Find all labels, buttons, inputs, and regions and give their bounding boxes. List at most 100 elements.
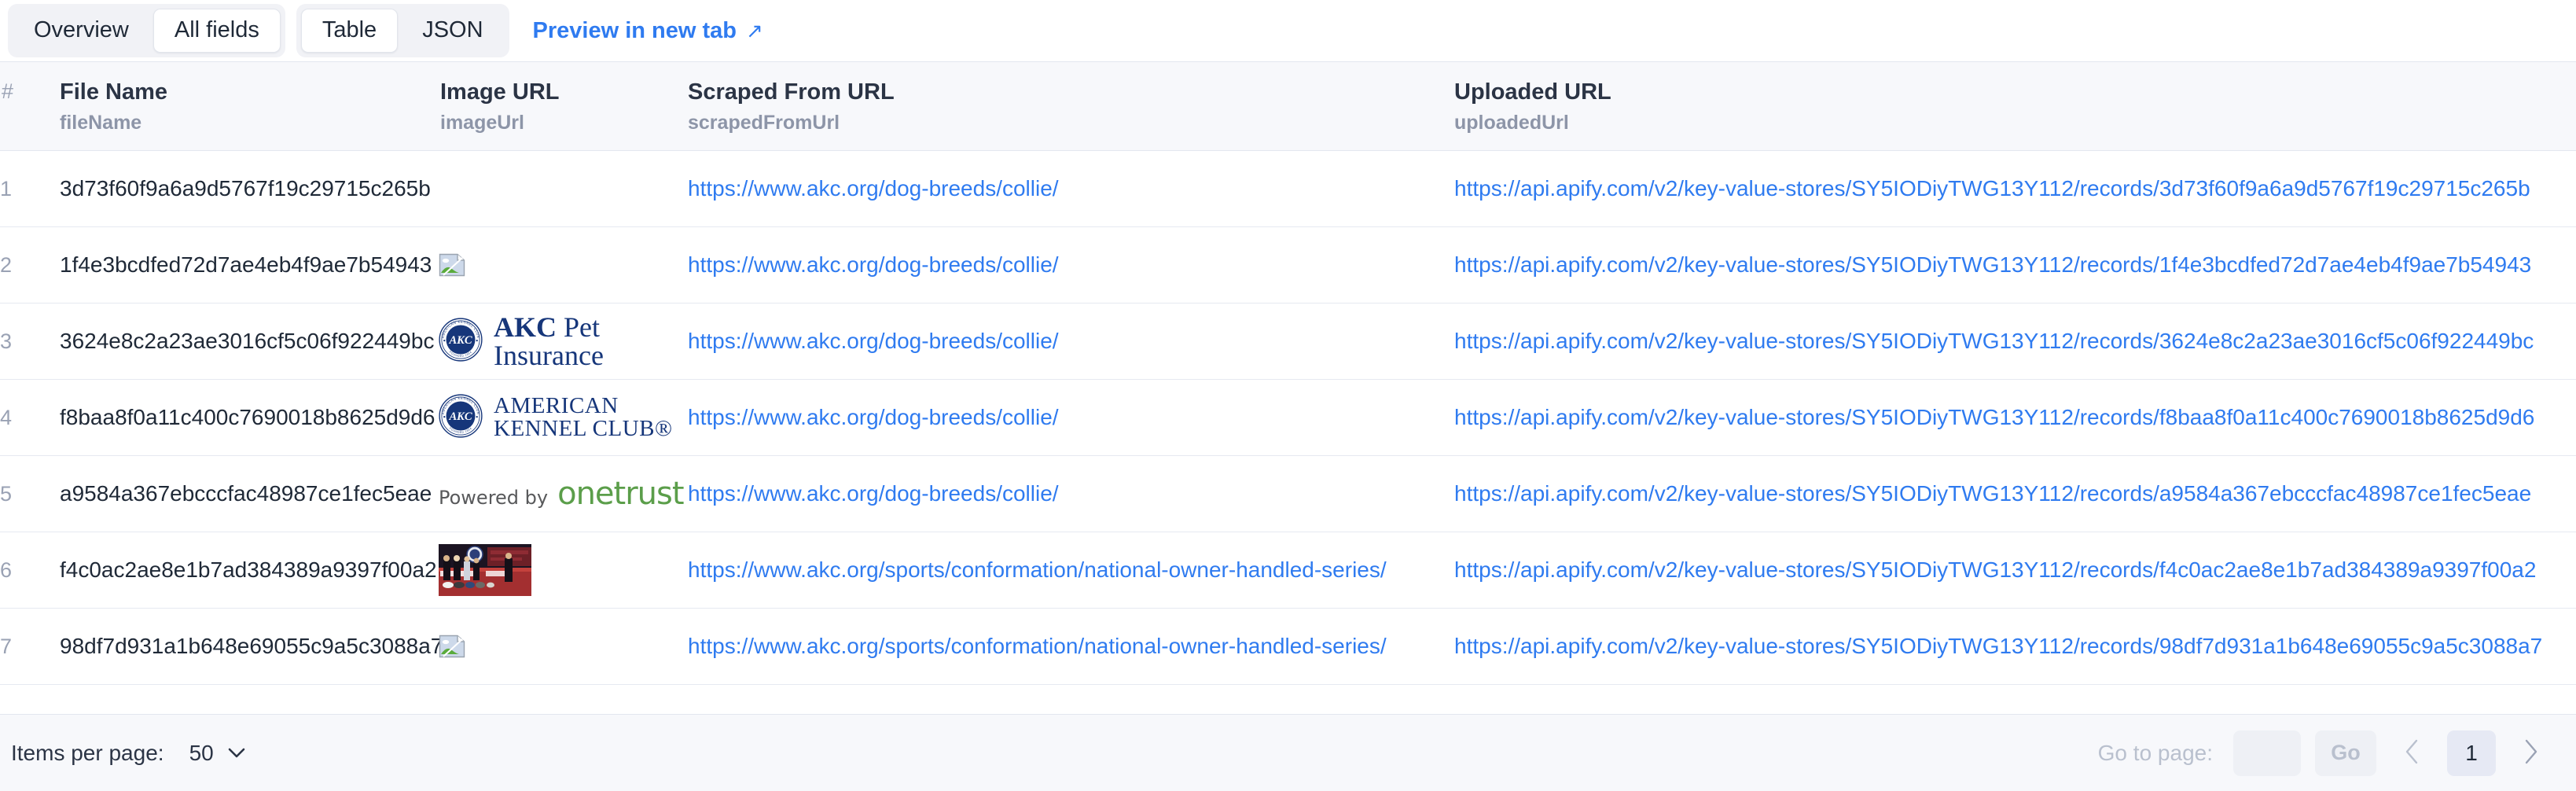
preview-link-label: Preview in new tab: [533, 18, 737, 44]
tab-overview[interactable]: Overview: [13, 9, 150, 53]
pagination-right: Go to page: Go 1: [2098, 730, 2552, 776]
cell-uploaded-url: https://api.apify.com/v2/key-value-store…: [1453, 380, 2576, 456]
tab-json[interactable]: JSON: [401, 9, 504, 53]
table-row[interactable]: 5a9584a367ebcccfac48987ce1fec5eaePowered…: [0, 456, 2576, 532]
column-header-image-url[interactable]: Image URL imageUrl: [439, 62, 686, 151]
cell-file-name: f4c0ac2ae8e1b7ad384389a9397f00a2: [30, 532, 439, 609]
uploaded-url-link[interactable]: https://api.apify.com/v2/key-value-store…: [1454, 634, 2542, 658]
cell-uploaded-url: https://api.apify.com/v2/key-value-store…: [1453, 609, 2576, 685]
scraped-from-url-link[interactable]: https://www.akc.org/dog-breeds/collie/: [688, 481, 1059, 506]
column-field: scrapedFromUrl: [688, 112, 1453, 134]
go-to-page-input[interactable]: [2233, 730, 2301, 776]
cell-image-url: [439, 609, 686, 685]
row-number: 1: [0, 151, 30, 227]
row-number-header-label: #: [0, 79, 30, 104]
go-button[interactable]: Go: [2315, 730, 2376, 776]
scraped-from-url-link[interactable]: https://www.akc.org/dog-breeds/collie/: [688, 329, 1059, 353]
table-row[interactable]: 33624e8c2a23ae3016cf5c06f922449bcAKCAMER…: [0, 304, 2576, 380]
cell-file-name: 3624e8c2a23ae3016cf5c06f922449bc: [30, 304, 439, 380]
cell-uploaded-url: https://api.apify.com/v2/key-value-store…: [1453, 151, 2576, 227]
external-link-icon: ↗: [746, 20, 763, 41]
column-header-row-number: #: [0, 62, 30, 151]
cell-image-url: AKCAMERICAN KENNEL CLUBFOUNDED 1884AMERI…: [439, 380, 686, 456]
tab-table[interactable]: Table: [301, 9, 398, 53]
cell-file-name: 1f4e3bcdfed72d7ae4eb4f9ae7b54943: [30, 227, 439, 304]
dog-show-photo-thumbnail: [439, 544, 531, 596]
cell-image-url: [439, 227, 686, 304]
cell-scraped-from-url: https://www.akc.org/dog-breeds/collie/: [686, 304, 1453, 380]
cell-uploaded-url: https://api.apify.com/v2/key-value-store…: [1453, 227, 2576, 304]
uploaded-url-link[interactable]: https://api.apify.com/v2/key-value-store…: [1454, 176, 2530, 201]
scraped-from-url-link[interactable]: https://www.akc.org/dog-breeds/collie/: [688, 252, 1059, 277]
broken-image-icon: [439, 253, 465, 277]
items-per-page-label: Items per page:: [11, 741, 164, 766]
column-field: uploadedUrl: [1454, 112, 2576, 134]
table-row[interactable]: 798df7d931a1b648e69055c9a5c3088a7https:/…: [0, 609, 2576, 685]
cell-image-url: [439, 532, 686, 609]
cell-uploaded-url: https://api.apify.com/v2/key-value-store…: [1453, 456, 2576, 532]
table-row[interactable]: 6f4c0ac2ae8e1b7ad384389a9397f00a2 https:/…: [0, 532, 2576, 609]
column-field: fileName: [60, 112, 439, 134]
data-table-container: # File Name fileName Image URL imageUrl: [0, 61, 2576, 714]
tab-group-format: Table JSON: [296, 4, 509, 57]
scraped-from-url-link[interactable]: https://www.akc.org/sports/conformation/…: [688, 634, 1387, 658]
table-row[interactable]: 21f4e3bcdfed72d7ae4eb4f9ae7b54943 https:/…: [0, 227, 2576, 304]
row-number: 3: [0, 304, 30, 380]
table-row[interactable]: 4f8baa8f0a11c400c7690018b8625d9d6AKCAMER…: [0, 380, 2576, 456]
onetrust-logo: Powered byonetrust: [439, 476, 684, 512]
previous-page-button[interactable]: [2390, 730, 2433, 776]
cell-image-url: AKCAMERICAN KENNEL CLUBFOUNDED 1884AKC P…: [439, 304, 686, 380]
cell-scraped-from-url: https://www.akc.org/sports/conformation/…: [686, 532, 1453, 609]
cell-scraped-from-url: https://www.akc.org/dog-breeds/collie/: [686, 227, 1453, 304]
table-header-row: # File Name fileName Image URL imageUrl: [0, 62, 2576, 151]
column-header-scraped-from-url[interactable]: Scraped From URL scrapedFromUrl: [686, 62, 1453, 151]
column-header-uploaded-url[interactable]: Uploaded URL uploadedUrl: [1453, 62, 2576, 151]
row-number: 2: [0, 227, 30, 304]
akc-seal-icon: AKCAMERICAN KENNEL CLUBFOUNDED 1884: [439, 394, 483, 442]
uploaded-url-link[interactable]: https://api.apify.com/v2/key-value-store…: [1454, 557, 2536, 582]
row-number: 4: [0, 380, 30, 456]
scraped-from-url-link[interactable]: https://www.akc.org/sports/conformation/…: [688, 557, 1387, 582]
table-row[interactable]: 13d73f60f9a6a9d5767f19c29715c265b https:/…: [0, 151, 2576, 227]
column-title: Scraped From URL: [688, 79, 1453, 105]
next-page-button[interactable]: [2510, 730, 2552, 776]
column-field: imageUrl: [440, 112, 686, 134]
chevron-down-icon: [228, 748, 245, 758]
cell-uploaded-url: https://api.apify.com/v2/key-value-store…: [1453, 304, 2576, 380]
row-number: 5: [0, 456, 30, 532]
uploaded-url-link[interactable]: https://api.apify.com/v2/key-value-store…: [1454, 329, 2534, 353]
column-title: Image URL: [440, 79, 686, 105]
go-to-page-label: Go to page:: [2098, 741, 2213, 766]
scraped-from-url-link[interactable]: https://www.akc.org/dog-breeds/collie/: [688, 405, 1059, 429]
scraped-from-url-link[interactable]: https://www.akc.org/dog-breeds/collie/: [688, 176, 1059, 201]
pagination-left: Items per page: 50: [11, 738, 250, 769]
uploaded-url-link[interactable]: https://api.apify.com/v2/key-value-store…: [1454, 481, 2531, 506]
cell-image-url: [439, 151, 686, 227]
view-tab-bar: Overview All fields Table JSON Preview i…: [0, 0, 2576, 61]
pagination-bar: Items per page: 50 Go to page: Go 1: [0, 714, 2576, 791]
column-header-file-name[interactable]: File Name fileName: [30, 62, 439, 151]
cell-file-name: f8baa8f0a11c400c7690018b8625d9d6: [30, 380, 439, 456]
svg-text:AKC: AKC: [448, 410, 472, 423]
tab-all-fields[interactable]: All fields: [153, 9, 281, 53]
row-number: 7: [0, 609, 30, 685]
column-title: Uploaded URL: [1454, 79, 2576, 105]
cell-file-name: 3d73f60f9a6a9d5767f19c29715c265b: [30, 151, 439, 227]
uploaded-url-link[interactable]: https://api.apify.com/v2/key-value-store…: [1454, 405, 2534, 429]
chevron-left-icon: [2404, 738, 2420, 767]
page-number-1[interactable]: 1: [2447, 730, 2496, 776]
akc-seal-icon: AKCAMERICAN KENNEL CLUBFOUNDED 1884: [439, 318, 483, 366]
cell-scraped-from-url: https://www.akc.org/sports/conformation/…: [686, 609, 1453, 685]
table-body: 13d73f60f9a6a9d5767f19c29715c265b https:/…: [0, 151, 2576, 685]
table-header: # File Name fileName Image URL imageUrl: [0, 62, 2576, 151]
cell-scraped-from-url: https://www.akc.org/dog-breeds/collie/: [686, 456, 1453, 532]
items-per-page-select[interactable]: 50: [185, 738, 250, 769]
preview-in-new-tab-link[interactable]: Preview in new tab ↗: [533, 18, 763, 44]
broken-image-icon: [439, 635, 465, 658]
chevron-right-icon: [2523, 738, 2539, 767]
items-per-page-value: 50: [189, 741, 214, 766]
svg-text:AKC: AKC: [448, 334, 472, 347]
cell-uploaded-url: https://api.apify.com/v2/key-value-store…: [1453, 532, 2576, 609]
row-number: 6: [0, 532, 30, 609]
uploaded-url-link[interactable]: https://api.apify.com/v2/key-value-store…: [1454, 252, 2531, 277]
